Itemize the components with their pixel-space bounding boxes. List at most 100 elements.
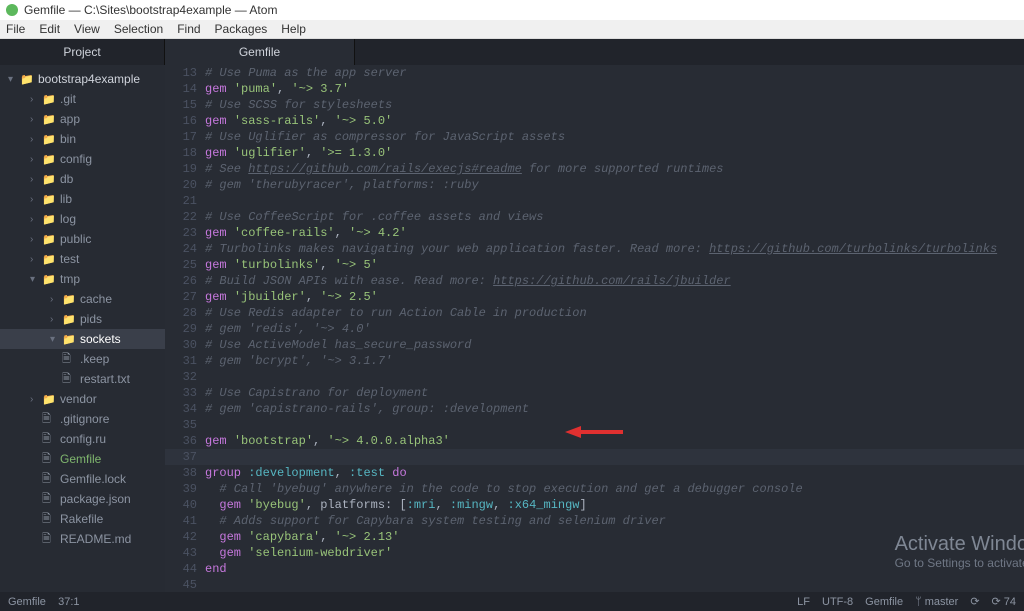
code-src[interactable]: gem 'coffee-rails', '~> 4.2' [205, 225, 1024, 241]
tree-item-gemfile-lock[interactable]: 🗎Gemfile.lock [0, 469, 165, 489]
code-src[interactable]: # gem 'therubyracer', platforms: :ruby [205, 177, 1024, 193]
status-cursor-pos[interactable]: 37:1 [58, 596, 79, 608]
code-line[interactable]: 25gem 'turbolinks', '~> 5' [165, 257, 1024, 273]
tree-item--git[interactable]: ›📁.git [0, 89, 165, 109]
code-line[interactable]: 30# Use ActiveModel has_secure_password [165, 337, 1024, 353]
menu-packages[interactable]: Packages [215, 22, 268, 36]
code-line[interactable]: 22# Use CoffeeScript for .coffee assets … [165, 209, 1024, 225]
code-src[interactable]: gem 'turbolinks', '~> 5' [205, 257, 1024, 273]
status-git-fetch[interactable]: ⟳ [970, 595, 979, 608]
tree-item-package-json[interactable]: 🗎package.json [0, 489, 165, 509]
code-line[interactable]: 17# Use Uglifier as compressor for JavaS… [165, 129, 1024, 145]
menu-find[interactable]: Find [177, 22, 200, 36]
code-src[interactable]: # gem 'bcrypt', '~> 3.1.7' [205, 353, 1024, 369]
menu-help[interactable]: Help [281, 22, 306, 36]
code-line[interactable]: 19# See https://github.com/rails/execjs#… [165, 161, 1024, 177]
code-line[interactable]: 39 # Call 'byebug' anywhere in the code … [165, 481, 1024, 497]
status-file[interactable]: Gemfile [8, 596, 46, 608]
menu-file[interactable]: File [6, 22, 25, 36]
status-updates[interactable]: ⟳74 [992, 595, 1016, 608]
code-line[interactable]: 29# gem 'redis', '~> 4.0' [165, 321, 1024, 337]
code-line[interactable]: 27gem 'jbuilder', '~> 2.5' [165, 289, 1024, 305]
status-grammar[interactable]: Gemfile [865, 595, 903, 608]
code-line[interactable]: 41 # Adds support for Capybara system te… [165, 513, 1024, 529]
tab-gemfile[interactable]: Gemfile [165, 39, 355, 65]
code-line[interactable]: 23gem 'coffee-rails', '~> 4.2' [165, 225, 1024, 241]
tree-item-rakefile[interactable]: 🗎Rakefile [0, 509, 165, 529]
menu-selection[interactable]: Selection [114, 22, 163, 36]
tree-item-pids[interactable]: ›📁pids [0, 309, 165, 329]
code-src[interactable]: gem 'jbuilder', '~> 2.5' [205, 289, 1024, 305]
file-tree[interactable]: ▾📁bootstrap4example›📁.git›📁app›📁bin›📁con… [0, 65, 165, 592]
tree-item-bin[interactable]: ›📁bin [0, 129, 165, 149]
code-src[interactable] [205, 449, 1024, 465]
code-src[interactable]: gem 'uglifier', '>= 1.3.0' [205, 145, 1024, 161]
code-src[interactable]: gem 'sass-rails', '~> 5.0' [205, 113, 1024, 129]
code-line[interactable]: 31# gem 'bcrypt', '~> 3.1.7' [165, 353, 1024, 369]
tree-item-app[interactable]: ›📁app [0, 109, 165, 129]
code-line[interactable]: 32 [165, 369, 1024, 385]
code-area[interactable]: 13# Use Puma as the app server14gem 'pum… [165, 65, 1024, 592]
code-line[interactable]: 33# Use Capistrano for deployment [165, 385, 1024, 401]
gutter-line-number: 17 [165, 129, 205, 145]
code-line[interactable]: 14gem 'puma', '~> 3.7' [165, 81, 1024, 97]
code-src[interactable]: # Use Puma as the app server [205, 65, 1024, 81]
code-line[interactable]: 34# gem 'capistrano-rails', group: :deve… [165, 401, 1024, 417]
status-line-ending[interactable]: LF [797, 595, 810, 608]
tree-item-vendor[interactable]: ›📁vendor [0, 389, 165, 409]
tree-item-sockets[interactable]: ▾📁sockets [0, 329, 165, 349]
code-line[interactable]: 40 gem 'byebug', platforms: [:mri, :ming… [165, 497, 1024, 513]
tree-item--keep[interactable]: 🗎.keep [0, 349, 165, 369]
code-line[interactable]: 16gem 'sass-rails', '~> 5.0' [165, 113, 1024, 129]
status-git-branch[interactable]: ᛘmaster [915, 595, 958, 608]
code-src[interactable]: group :development, :test do [205, 465, 1024, 481]
code-src[interactable] [205, 369, 1024, 385]
code-src[interactable]: # Use ActiveModel has_secure_password [205, 337, 1024, 353]
code-src[interactable]: # Call 'byebug' anywhere in the code to … [205, 481, 1024, 497]
tree-item-readme-md[interactable]: 🗎README.md [0, 529, 165, 549]
menu-edit[interactable]: Edit [39, 22, 60, 36]
code-src[interactable]: # Use SCSS for stylesheets [205, 97, 1024, 113]
code-src[interactable]: # Build JSON APIs with ease. Read more: … [205, 273, 1024, 289]
tree-item-lib[interactable]: ›📁lib [0, 189, 165, 209]
tree-item-bootstrap4example[interactable]: ▾📁bootstrap4example [0, 69, 165, 89]
menu-view[interactable]: View [74, 22, 100, 36]
code-src[interactable]: # Use CoffeeScript for .coffee assets an… [205, 209, 1024, 225]
tree-item-db[interactable]: ›📁db [0, 169, 165, 189]
tree-item--gitignore[interactable]: 🗎.gitignore [0, 409, 165, 429]
code-src[interactable] [205, 577, 1024, 592]
code-line[interactable]: 24# Turbolinks makes navigating your web… [165, 241, 1024, 257]
tree-item-public[interactable]: ›📁public [0, 229, 165, 249]
tree-item-tmp[interactable]: ▾📁tmp [0, 269, 165, 289]
code-src[interactable]: # Adds support for Capybara system testi… [205, 513, 1024, 529]
code-line[interactable]: 37 [165, 449, 1024, 465]
code-line[interactable]: 13# Use Puma as the app server [165, 65, 1024, 81]
tree-item-config-ru[interactable]: 🗎config.ru [0, 429, 165, 449]
code-src[interactable]: # gem 'redis', '~> 4.0' [205, 321, 1024, 337]
code-src[interactable]: # See https://github.com/rails/execjs#re… [205, 161, 1024, 177]
code-src[interactable]: gem 'byebug', platforms: [:mri, :mingw, … [205, 497, 1024, 513]
tree-item-config[interactable]: ›📁config [0, 149, 165, 169]
tree-item-log[interactable]: ›📁log [0, 209, 165, 229]
tree-item-restart-txt[interactable]: 🗎restart.txt [0, 369, 165, 389]
tree-item-gemfile[interactable]: 🗎Gemfile [0, 449, 165, 469]
code-src[interactable]: # Use Capistrano for deployment [205, 385, 1024, 401]
status-encoding[interactable]: UTF-8 [822, 595, 853, 608]
code-line[interactable]: 18gem 'uglifier', '>= 1.3.0' [165, 145, 1024, 161]
code-src[interactable] [205, 193, 1024, 209]
chevron-icon: › [30, 194, 40, 205]
tree-item-test[interactable]: ›📁test [0, 249, 165, 269]
code-src[interactable]: # gem 'capistrano-rails', group: :develo… [205, 401, 1024, 417]
code-line[interactable]: 38group :development, :test do [165, 465, 1024, 481]
tree-item-cache[interactable]: ›📁cache [0, 289, 165, 309]
code-src[interactable]: # Use Uglifier as compressor for JavaScr… [205, 129, 1024, 145]
code-line[interactable]: 15# Use SCSS for stylesheets [165, 97, 1024, 113]
code-src[interactable]: gem 'puma', '~> 3.7' [205, 81, 1024, 97]
code-line[interactable]: 28# Use Redis adapter to run Action Cabl… [165, 305, 1024, 321]
code-line[interactable]: 20# gem 'therubyracer', platforms: :ruby [165, 177, 1024, 193]
code-src[interactable]: # Turbolinks makes navigating your web a… [205, 241, 1024, 257]
code-src[interactable]: # Use Redis adapter to run Action Cable … [205, 305, 1024, 321]
code-line[interactable]: 26# Build JSON APIs with ease. Read more… [165, 273, 1024, 289]
code-line[interactable]: 21 [165, 193, 1024, 209]
code-line[interactable]: 45 [165, 577, 1024, 592]
